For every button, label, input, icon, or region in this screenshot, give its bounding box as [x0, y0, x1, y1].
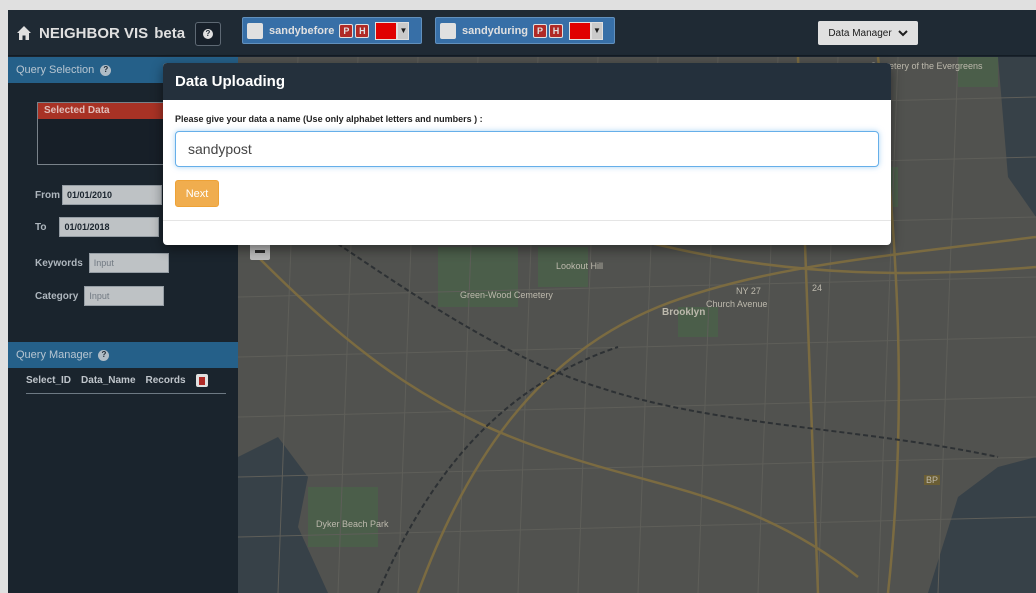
heatmap-button[interactable]: H: [355, 23, 370, 38]
keywords-label: Keywords: [35, 257, 83, 269]
brand-beta: beta: [154, 24, 186, 42]
map-label-cemetery: Green-Wood Cemetery: [460, 290, 553, 300]
next-button[interactable]: Next: [175, 180, 219, 207]
question-icon[interactable]: ?: [100, 64, 112, 76]
category-row: Category Input: [35, 286, 165, 306]
to-row: To 01/01/2018: [35, 217, 160, 237]
brand-title: NEIGHBOR VIS: [39, 24, 149, 42]
dataset-name: sandyduring: [462, 24, 529, 37]
query-manager-header: Query Manager ?: [8, 342, 238, 368]
query-selection-title: Query Selection: [16, 64, 95, 76]
column-select-id: Select_ID: [26, 375, 72, 386]
data-name-prompt: Please give your data a name (Use only a…: [175, 114, 483, 124]
column-records: Records: [145, 375, 186, 386]
dataset-checkbox[interactable]: [440, 22, 456, 39]
from-date-input[interactable]: 01/01/2010: [62, 185, 162, 205]
points-button[interactable]: P: [533, 23, 548, 38]
keywords-row: Keywords Input: [35, 253, 169, 273]
color-dropdown-icon[interactable]: ▼: [397, 21, 410, 40]
color-dropdown-icon[interactable]: ▼: [591, 21, 604, 40]
map-label-24: 24: [812, 283, 823, 293]
trash-icon[interactable]: [195, 374, 208, 387]
color-swatch[interactable]: [569, 21, 592, 40]
from-row: From 01/01/2010: [35, 185, 162, 205]
query-manager-title: Query Manager: [16, 349, 93, 361]
map-label-brooklyn: Brooklyn: [662, 307, 706, 318]
question-icon: ?: [203, 29, 213, 39]
data-manager-label: Data Manager: [828, 27, 892, 39]
help-button[interactable]: ?: [195, 22, 221, 46]
home-icon: [17, 26, 31, 40]
brand[interactable]: NEIGHBOR VIS beta: [16, 21, 185, 45]
dataset-tab-sandyduring[interactable]: sandyduring P H ▼: [435, 17, 615, 44]
map-label-lookout-hill: Lookout Hill: [556, 261, 604, 271]
dataset-checkbox[interactable]: [247, 22, 263, 39]
category-label: Category: [35, 290, 79, 302]
column-data-name: Data_Name: [81, 375, 136, 386]
map-label-dyker-beach: Dyker Beach Park: [316, 519, 389, 529]
keywords-input[interactable]: Input: [88, 253, 169, 273]
modal-title: Data Uploading: [163, 63, 891, 100]
heatmap-button[interactable]: H: [549, 23, 564, 38]
dataset-name: sandybefore: [269, 24, 335, 37]
map-label-church-ave: Church Avenue: [706, 299, 768, 309]
data-manager-dropdown[interactable]: Data Manager: [818, 21, 918, 45]
map-label-bp: BP: [924, 475, 941, 485]
data-upload-modal: Data Uploading Please give your data a n…: [163, 63, 891, 245]
modal-body: Please give your data a name (Use only a…: [163, 100, 891, 207]
from-label: From: [35, 189, 60, 201]
question-icon[interactable]: ?: [98, 349, 110, 361]
modal-footer-divider: [163, 220, 891, 221]
query-manager-columns: Select_ID Data_Name Records: [26, 374, 226, 394]
data-name-input[interactable]: [175, 131, 879, 167]
chevron-down-icon: [897, 30, 908, 37]
to-label: To: [35, 221, 47, 233]
to-date-input[interactable]: 01/01/2018: [59, 217, 160, 237]
color-swatch[interactable]: [375, 21, 398, 40]
top-navbar: NEIGHBOR VIS beta ? sandybefore P H ▼ sa…: [8, 10, 1036, 56]
category-input[interactable]: Input: [84, 286, 165, 306]
map-label-ny27: NY 27: [736, 286, 761, 296]
points-button[interactable]: P: [339, 23, 354, 38]
dataset-tab-sandybefore[interactable]: sandybefore P H ▼: [242, 17, 422, 44]
